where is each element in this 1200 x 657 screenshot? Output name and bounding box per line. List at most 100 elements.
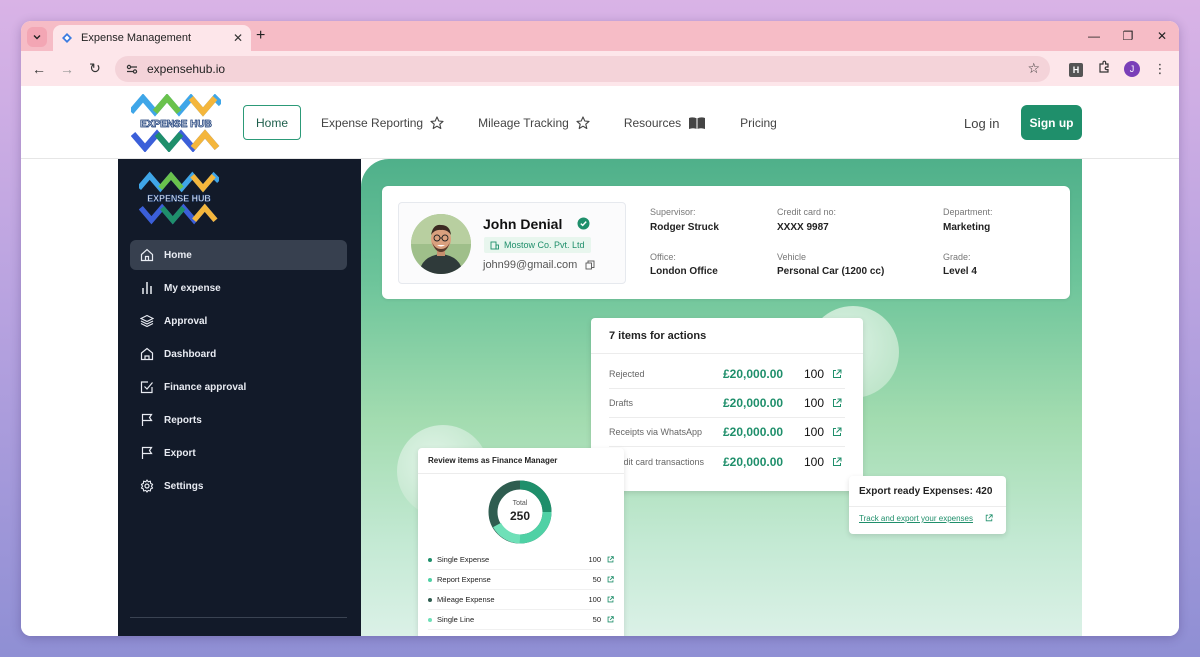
- sidebar: EXPENSE HUB Home My expense Approval Das…: [118, 159, 361, 636]
- signup-button[interactable]: Sign up: [1021, 105, 1082, 140]
- card-value: XXXX 9987: [777, 222, 829, 233]
- nav-resources[interactable]: Resources: [624, 105, 706, 140]
- browser-tab[interactable]: Expense Management ✕: [53, 25, 251, 51]
- copy-icon[interactable]: [585, 260, 595, 270]
- sidebar-item-export[interactable]: Export: [130, 438, 347, 468]
- review-title: Review items as Finance Manager: [418, 448, 624, 474]
- actions-title: 7 items for actions: [591, 318, 863, 354]
- action-row-whatsapp[interactable]: Receipts via WhatsApp £20,000.00 100: [609, 418, 845, 447]
- external-link-icon[interactable]: [832, 427, 842, 437]
- login-link[interactable]: Log in: [964, 116, 999, 131]
- sidebar-item-home[interactable]: Home: [130, 240, 347, 270]
- bookmark-star-icon[interactable]: ☆: [1027, 60, 1040, 77]
- action-amount: £20,000.00: [723, 454, 784, 469]
- external-link-icon[interactable]: [832, 398, 842, 408]
- sidebar-item-label: Approval: [164, 315, 208, 327]
- donut-total-value: 250: [509, 509, 531, 523]
- nav-mileage-tracking[interactable]: Mileage Tracking: [478, 105, 590, 140]
- window-controls: — ❐ ✕: [1077, 21, 1179, 51]
- sidebar-item-label: Export: [164, 447, 196, 459]
- export-card: Export ready Expenses: 420 Track and exp…: [849, 476, 1006, 534]
- back-icon[interactable]: ←: [25, 61, 53, 77]
- review-label: Report Expense: [437, 575, 491, 584]
- sidebar-logo-text: EXPENSE HUB: [147, 194, 211, 204]
- extension-h-icon[interactable]: H: [1062, 61, 1090, 77]
- close-window-icon[interactable]: ✕: [1145, 29, 1179, 43]
- export-link[interactable]: Track and export your expenses: [859, 514, 973, 523]
- extensions-puzzle-icon[interactable]: [1090, 60, 1118, 77]
- site-settings-icon[interactable]: [125, 62, 139, 76]
- logo-text: EXPENSE HUB: [140, 119, 212, 130]
- review-row-single-expense[interactable]: Single Expense 100: [428, 550, 614, 570]
- review-row-mileage-expense[interactable]: Mileage Expense 100: [428, 590, 614, 610]
- external-link-icon[interactable]: [607, 576, 614, 583]
- close-tab-icon[interactable]: ✕: [233, 31, 243, 45]
- profile-avatar[interactable]: J: [1118, 60, 1146, 77]
- sidebar-item-approval[interactable]: Approval: [130, 306, 347, 336]
- review-label: Single Line: [437, 615, 475, 624]
- nav-pricing[interactable]: Pricing: [740, 105, 777, 140]
- sidebar-item-dashboard[interactable]: Dashboard: [130, 339, 347, 369]
- sidebar-item-finance-approval[interactable]: Finance approval: [130, 372, 347, 402]
- minimize-icon[interactable]: —: [1077, 29, 1111, 43]
- expense-hub-logo[interactable]: EXPENSE HUB: [131, 94, 221, 152]
- reload-icon[interactable]: ↻: [81, 60, 109, 77]
- review-label: Mileage Expense: [437, 595, 495, 604]
- action-amount: £20,000.00: [723, 425, 784, 439]
- nav-home[interactable]: Home: [243, 105, 302, 140]
- sidebar-item-settings[interactable]: Settings: [130, 471, 347, 501]
- review-row-report-expense[interactable]: Report Expense 50: [428, 570, 614, 590]
- grade-label: Grade:: [943, 252, 971, 262]
- sidebar-item-label: Settings: [164, 480, 204, 492]
- star-icon: [430, 115, 444, 129]
- office-label: Office:: [650, 252, 676, 262]
- external-link-icon[interactable]: [607, 616, 614, 623]
- new-tab-icon[interactable]: +: [256, 27, 265, 45]
- nav-expense-reporting[interactable]: Expense Reporting: [321, 105, 444, 140]
- nav-pricing-label: Pricing: [740, 115, 777, 130]
- legend-dot: [428, 597, 432, 602]
- department-value: Marketing: [943, 222, 991, 233]
- office-value: London Office: [650, 266, 718, 277]
- action-amount: £20,000.00: [723, 367, 784, 381]
- external-link-icon[interactable]: [832, 457, 842, 467]
- profile-name: John Denial: [483, 216, 563, 232]
- home-icon: [140, 248, 154, 262]
- external-link-icon[interactable]: [607, 556, 614, 563]
- action-row-drafts[interactable]: Drafts £20,000.00 100: [609, 389, 845, 418]
- action-row-rejected[interactable]: Rejected £20,000.00 100: [609, 360, 845, 389]
- sidebar-item-my-expense[interactable]: My expense: [130, 273, 347, 303]
- external-link-icon[interactable]: [832, 369, 842, 379]
- donut-total-label: Total: [512, 500, 528, 507]
- address-bar[interactable]: expensehub.io ☆: [115, 55, 1050, 82]
- review-value: 50: [592, 575, 601, 584]
- tab-bar: Expense Management ✕ + — ❐ ✕: [21, 21, 1179, 51]
- browser-menu-icon[interactable]: ⋮: [1146, 61, 1174, 77]
- flag-icon: [141, 413, 153, 426]
- action-count: 100: [804, 367, 825, 381]
- browser-toolbar: ← → ↻ expensehub.io ☆ H J ⋮: [21, 51, 1179, 86]
- review-row-single-line[interactable]: Single Line 50: [428, 610, 614, 630]
- external-link-icon[interactable]: [607, 596, 614, 603]
- checkbox-icon: [140, 381, 153, 394]
- action-amount: £20,000.00: [723, 396, 784, 410]
- external-link-icon[interactable]: [985, 514, 993, 522]
- vehicle-value: Personal Car (1200 cc): [777, 266, 885, 277]
- actions-card: 7 items for actions Rejected £20,000.00 …: [591, 318, 863, 491]
- tab-search-button[interactable]: [27, 27, 47, 47]
- browser-window: Expense Management ✕ + — ❐ ✕ ← → ↻ expen…: [21, 21, 1179, 636]
- action-row-credit-card[interactable]: Credit card transactions £20,000.00 100: [609, 447, 845, 476]
- nav-resources-label: Resources: [623, 115, 682, 130]
- flag-icon: [141, 446, 153, 459]
- legend-dot: [428, 617, 432, 622]
- star-icon: [576, 115, 590, 129]
- sidebar-divider: [130, 617, 347, 618]
- forward-icon[interactable]: →: [53, 61, 81, 77]
- vehicle-label: Vehicle: [777, 252, 807, 262]
- sidebar-item-reports[interactable]: Reports: [130, 405, 347, 435]
- company-name: Mostow Co. Pvt. Ltd: [504, 240, 585, 250]
- legend-dot: [428, 557, 432, 562]
- action-label: Receipts via WhatsApp: [609, 427, 703, 437]
- restore-icon[interactable]: ❐: [1111, 29, 1145, 43]
- sidebar-logo[interactable]: EXPENSE HUB: [139, 171, 219, 225]
